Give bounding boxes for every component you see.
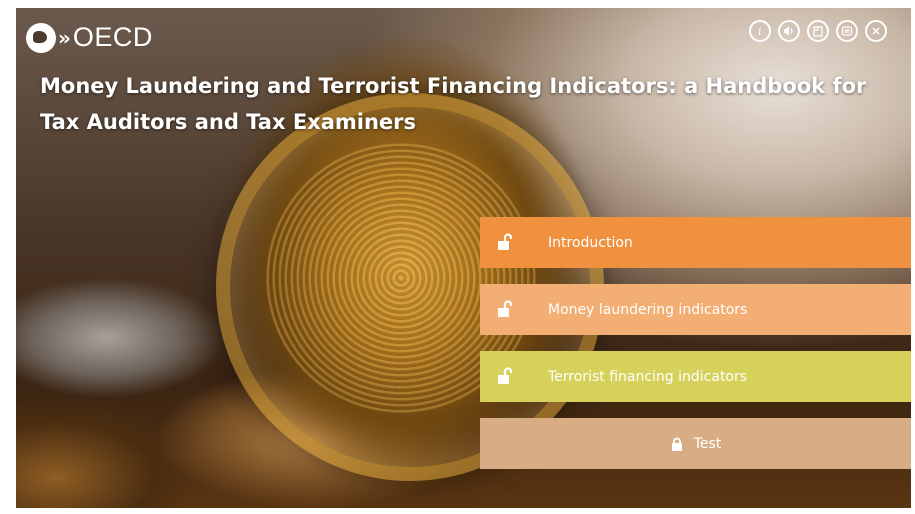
chapter-menu: Introduction Money laundering indicators… [480, 217, 911, 485]
page-title: Money Laundering and Terrorist Financing… [40, 74, 867, 134]
close-icon[interactable] [865, 20, 887, 42]
menu-icon[interactable] [836, 20, 858, 42]
audio-icon[interactable] [778, 20, 800, 42]
unlocked-icon [498, 300, 513, 317]
info-icon[interactable]: i [749, 20, 771, 42]
unlocked-icon [498, 233, 513, 250]
pages-icon[interactable] [807, 20, 829, 42]
menu-item-label: Test [693, 435, 722, 452]
oecd-logo: » OECD [26, 22, 153, 53]
logo-text: OECD [72, 22, 153, 52]
menu-item-test[interactable]: Test [480, 418, 911, 469]
globe-icon [26, 22, 56, 53]
lock-icon [671, 437, 682, 451]
background-image: » OECD i Money Laundering and Terrorist … [16, 8, 911, 508]
svg-text:i: i [758, 25, 762, 37]
menu-item-terrorist-financing[interactable]: Terrorist financing indicators [480, 351, 911, 402]
menu-item-label: Money laundering indicators [548, 301, 748, 318]
menu-item-label: Terrorist financing indicators [548, 368, 748, 385]
logo-chevrons: » [58, 25, 71, 50]
unlocked-icon [498, 367, 513, 384]
menu-item-introduction[interactable]: Introduction [480, 217, 911, 268]
toolbar: i [749, 20, 887, 42]
menu-item-money-laundering[interactable]: Money laundering indicators [480, 284, 911, 335]
menu-item-label: Introduction [548, 234, 633, 251]
header: » OECD i [16, 8, 911, 64]
